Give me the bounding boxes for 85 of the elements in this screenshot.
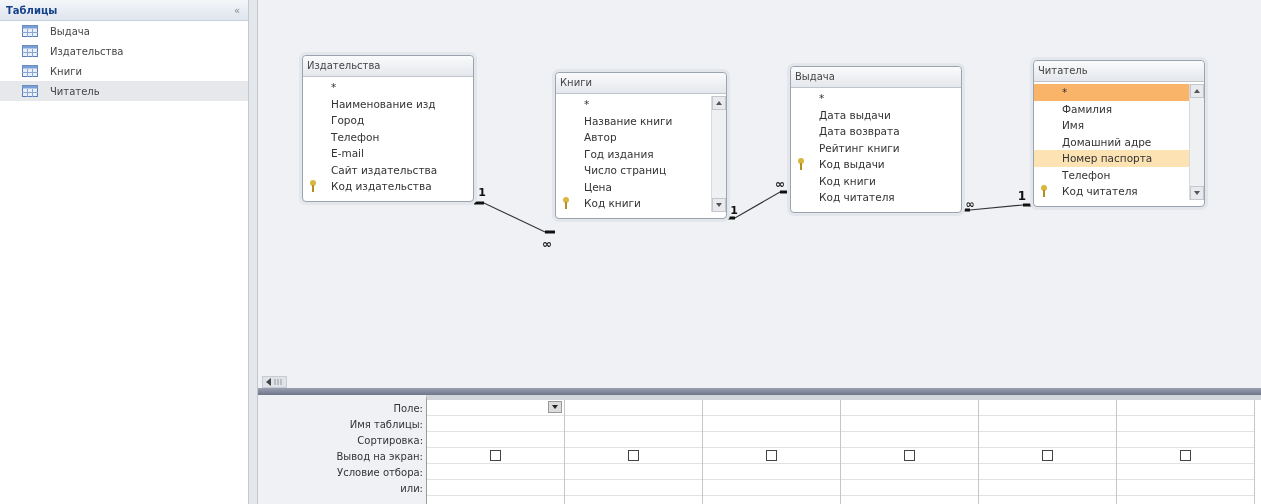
cardinality-label: 1 [730, 204, 738, 217]
show-checkbox[interactable] [904, 450, 915, 461]
table-window[interactable]: Книги * Название книги Автор Год издания Число страниц Цена Код книги [555, 72, 727, 219]
caret-icon [552, 405, 558, 409]
table-window[interactable]: Издательства * Наименование изд Город Телефон E-mail Сайт издательства Код издательства [302, 55, 474, 202]
field-item[interactable]: Домашний адре [1034, 133, 1189, 150]
scroll-down-icon[interactable] [1190, 185, 1204, 200]
field-item[interactable]: Номер паспорта [1034, 150, 1189, 167]
cardinality-label: ∞ [542, 237, 552, 251]
field-item[interactable]: Телефон [303, 128, 473, 145]
table-list-item[interactable]: Издательства [0, 41, 248, 61]
field-item[interactable]: Код выдачи [791, 156, 961, 173]
show-checkbox[interactable] [1180, 450, 1191, 461]
pane-title: Таблицы [6, 4, 58, 16]
horizontal-scrollbar[interactable] [262, 376, 287, 388]
show-checkbox[interactable] [628, 450, 639, 461]
grip-icon [274, 379, 283, 385]
grid-cell[interactable] [841, 448, 978, 464]
table-window[interactable]: Читатель * Фамилия Имя Домашний адре Номер паспорта Телефон Код читателя [1033, 60, 1205, 207]
row-label: Имя таблицы: [348, 418, 424, 432]
field-item[interactable]: E-mail [303, 145, 473, 162]
field-item[interactable]: Фамилия [1034, 100, 1189, 117]
field-item[interactable]: Код читателя [791, 189, 961, 206]
table-title: Издательства [303, 56, 473, 77]
table-list-item[interactable]: Книги [0, 61, 248, 81]
field-item[interactable]: Город [303, 112, 473, 129]
field-item[interactable]: Автор [556, 129, 711, 146]
field-item[interactable]: * [1034, 84, 1189, 101]
field-item[interactable]: * [556, 96, 711, 113]
cardinality-label: ∞ [775, 177, 785, 191]
grid-cell[interactable] [1117, 448, 1254, 464]
field-item[interactable]: Число страниц [556, 162, 711, 179]
field-item[interactable]: Дата выдачи [791, 106, 961, 123]
table-title: Выдача [791, 67, 961, 88]
field-item[interactable]: Имя [1034, 117, 1189, 134]
row-label: Сортировка: [356, 434, 424, 448]
table-title: Читатель [1034, 61, 1204, 82]
key-icon [562, 197, 570, 210]
field-item[interactable]: Год издания [556, 145, 711, 162]
field-item[interactable]: Код книги [556, 195, 711, 212]
cardinality-label: 1 [478, 186, 486, 199]
scroll-down-icon[interactable] [712, 197, 726, 212]
field-item[interactable]: Телефон [1034, 166, 1189, 183]
field-item[interactable]: Код читателя [1034, 183, 1189, 200]
row-label: Условие отбора: [336, 466, 424, 480]
key-icon [797, 158, 805, 171]
row-label: или: [399, 482, 424, 496]
scroll-up-icon[interactable] [712, 96, 726, 110]
field-item[interactable]: Код книги [791, 172, 961, 189]
table-list-item[interactable]: Выдача [0, 21, 248, 41]
grid-cell[interactable] [427, 400, 564, 416]
field-item[interactable]: Код издательства [303, 178, 473, 195]
show-checkbox[interactable] [490, 450, 501, 461]
vertical-scrollbar[interactable] [1189, 84, 1204, 200]
scroll-up-icon[interactable] [1190, 84, 1204, 98]
grid-cell[interactable] [703, 448, 840, 464]
field-item[interactable]: Цена [556, 178, 711, 195]
scroll-left-icon[interactable] [266, 378, 272, 386]
field-item[interactable]: Наименование изд [303, 95, 473, 112]
table-list-item[interactable]: Читатель [0, 81, 248, 101]
table-icon [22, 25, 38, 37]
cardinality-label: 1 [1017, 189, 1027, 203]
field-item[interactable]: Дата возврата [791, 123, 961, 140]
field-item[interactable]: * [791, 90, 961, 107]
row-label: Поле: [392, 402, 424, 416]
table-window[interactable]: Выдача * Дата выдачи Дата возврата Рейтинг книги Код выдачи Код книги Код читателя [790, 66, 962, 213]
table-title: Книги [556, 73, 726, 94]
grid-cell[interactable] [565, 448, 702, 464]
key-icon [1040, 185, 1048, 198]
grid-cell[interactable] [427, 448, 564, 464]
dropdown-button[interactable] [548, 401, 562, 413]
table-icon [22, 45, 38, 57]
field-item[interactable]: Рейтинг книги [791, 139, 961, 156]
cardinality-label: ∞ [965, 198, 975, 211]
show-checkbox[interactable] [766, 450, 777, 461]
table-icon [22, 85, 38, 97]
show-checkbox[interactable] [1042, 450, 1053, 461]
vertical-scrollbar[interactable] [711, 96, 726, 212]
table-icon [22, 65, 38, 77]
row-label: Вывод на экран: [335, 450, 424, 464]
grid-cell[interactable] [979, 448, 1116, 464]
field-item[interactable]: * [303, 79, 473, 96]
field-item[interactable]: Сайт издательства [303, 161, 473, 178]
key-icon [309, 180, 317, 193]
field-item[interactable]: Название книги [556, 112, 711, 129]
